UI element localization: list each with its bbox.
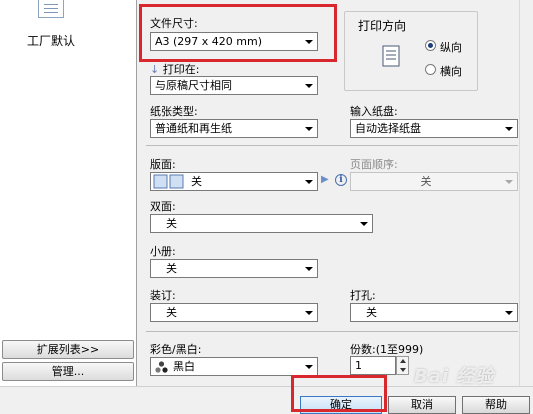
input-tray-select[interactable]: 自动选择纸盘: [350, 119, 518, 138]
output-size-value: 与原稿尺寸相同: [155, 79, 232, 92]
color-mode-value: 黑白: [173, 360, 195, 373]
spin-down-icon[interactable]: [400, 368, 406, 372]
preset-factory-default[interactable]: 工厂默认: [27, 32, 75, 49]
portrait-radio[interactable]: [425, 40, 436, 51]
paper-type-select[interactable]: 普通纸和再生纸: [150, 119, 318, 138]
binding-select[interactable]: 关: [150, 303, 318, 322]
page-order-label: 页面顺序:: [350, 158, 398, 171]
copies-label: 份数:(1至999): [350, 343, 424, 356]
booklet-label: 小册:: [150, 245, 176, 258]
duplex-label: 双面:: [150, 200, 176, 213]
paper-type-value: 普通纸和再生纸: [155, 122, 232, 135]
booklet-select[interactable]: 关: [150, 259, 318, 278]
color-mode-label: 彩色/黑白:: [150, 343, 202, 356]
copies-spinner[interactable]: [396, 356, 409, 375]
orientation-title: 打印方向: [356, 17, 409, 34]
layout-value: 关: [191, 175, 202, 188]
duplex-select[interactable]: 关: [150, 214, 373, 233]
layout-select[interactable]: 关: [150, 172, 318, 191]
paper-size-label: 文件尺寸:: [150, 17, 198, 30]
page-order-value: 关: [420, 175, 432, 188]
chevron-down-icon: [356, 215, 372, 232]
paper-size-select[interactable]: A3 (297 x 420 mm): [150, 32, 318, 51]
paper-type-label: 纸张类型:: [150, 105, 198, 118]
booklet-value: 关: [166, 262, 177, 275]
section-divider: [146, 145, 518, 146]
landscape-label: 横向: [440, 65, 462, 78]
punch-label: 打孔:: [350, 289, 376, 302]
paper-size-value: A3 (297 x 420 mm): [155, 35, 263, 48]
duplex-value: 关: [166, 217, 177, 230]
chevron-down-icon: [501, 304, 517, 321]
page-order-select: 关: [350, 172, 518, 191]
punch-value: 关: [366, 306, 377, 319]
chevron-down-icon: [301, 358, 317, 375]
output-size-label: ↓ 打印在:: [150, 63, 200, 76]
layout-label: 版面:: [150, 158, 176, 171]
expand-list-button[interactable]: 扩展列表>>: [2, 340, 134, 359]
chevron-down-icon: [501, 173, 517, 190]
portrait-label: 纵向: [440, 41, 462, 54]
chevron-down-icon: [301, 33, 317, 50]
punch-select[interactable]: 关: [350, 303, 518, 322]
landscape-radio[interactable]: [425, 64, 436, 75]
cancel-button[interactable]: 取消: [388, 396, 456, 414]
chevron-down-icon: [301, 173, 317, 190]
color-mode-select[interactable]: 黑白: [150, 357, 318, 376]
copies-input[interactable]: 1: [350, 356, 396, 375]
info-icon[interactable]: i: [335, 174, 347, 186]
spin-up-icon[interactable]: [400, 359, 406, 363]
preset-list-panel[interactable]: 工厂默认: [0, 0, 137, 386]
chevron-down-icon: [301, 77, 317, 94]
section-divider: [146, 331, 518, 332]
binding-label: 装订:: [150, 289, 176, 302]
document-preset-icon: [38, 0, 64, 18]
color-dots-icon: [155, 361, 168, 373]
binding-value: 关: [166, 306, 177, 319]
manage-button[interactable]: 管理...: [2, 362, 134, 381]
chevron-down-icon: [501, 120, 517, 137]
vertical-scrollbar[interactable]: [519, 0, 533, 386]
play-arrow-icon: ▶: [321, 174, 329, 185]
copies-value: 1: [355, 359, 362, 372]
chevron-down-icon: [301, 260, 317, 277]
arrow-down-icon: ↓: [150, 63, 160, 76]
chevron-down-icon: [301, 120, 317, 137]
ok-button[interactable]: 确定: [300, 396, 382, 414]
chevron-down-icon: [301, 304, 317, 321]
layout-pages-icon: [153, 174, 184, 189]
input-tray-value: 自动选择纸盘: [355, 122, 421, 135]
watermark: Bai 经验: [414, 366, 495, 387]
input-tray-label: 输入纸盘:: [350, 105, 398, 118]
output-size-select[interactable]: 与原稿尺寸相同: [150, 76, 318, 95]
help-button[interactable]: 帮助: [462, 396, 530, 414]
portrait-page-icon: [382, 45, 400, 67]
